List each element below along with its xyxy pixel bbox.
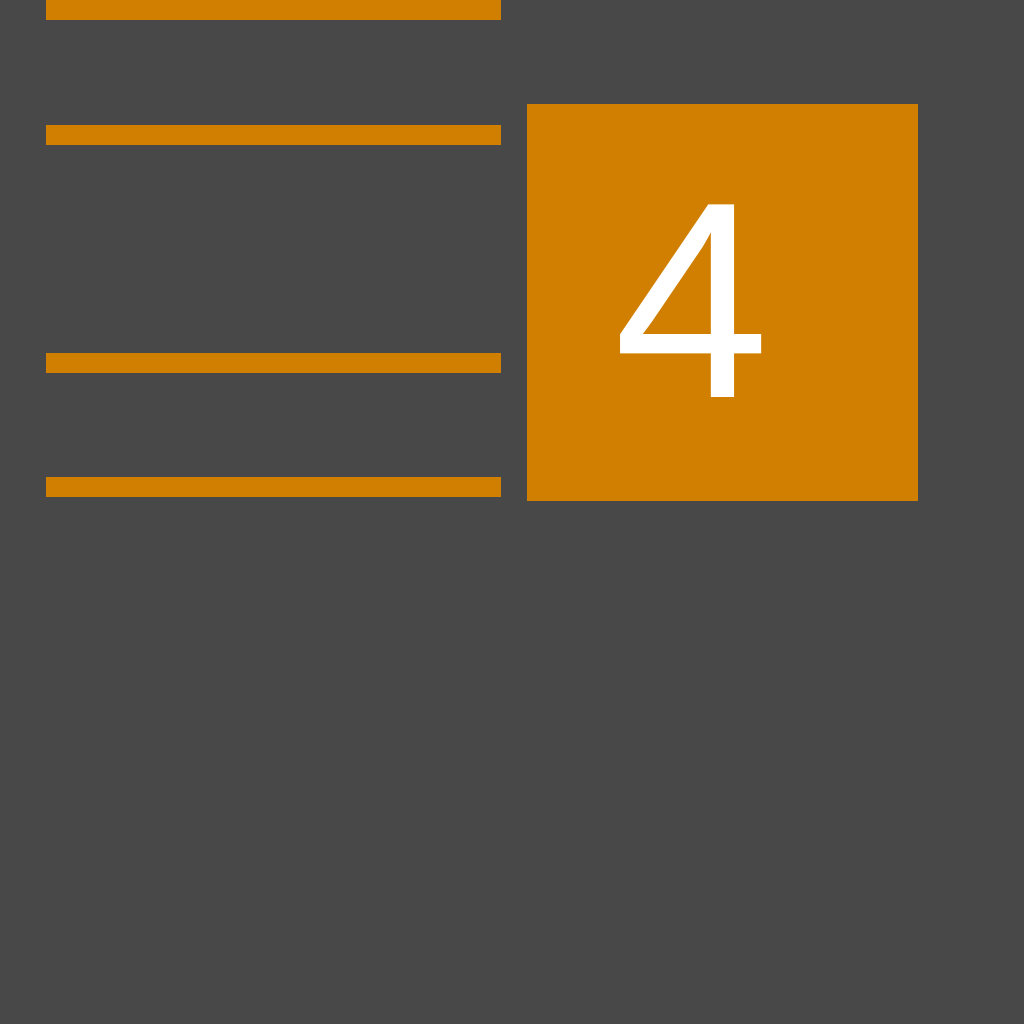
tile-number-label: 4 (613, 144, 770, 457)
menu-stripe-2 (46, 125, 501, 145)
menu-stripe-4 (46, 477, 501, 497)
number-tile[interactable]: 4 (527, 104, 918, 501)
app-canvas: { "theme": { "background": "#484848", "a… (0, 0, 1024, 1024)
menu-stripe-3 (46, 353, 501, 373)
menu-stripe-1 (46, 0, 501, 20)
